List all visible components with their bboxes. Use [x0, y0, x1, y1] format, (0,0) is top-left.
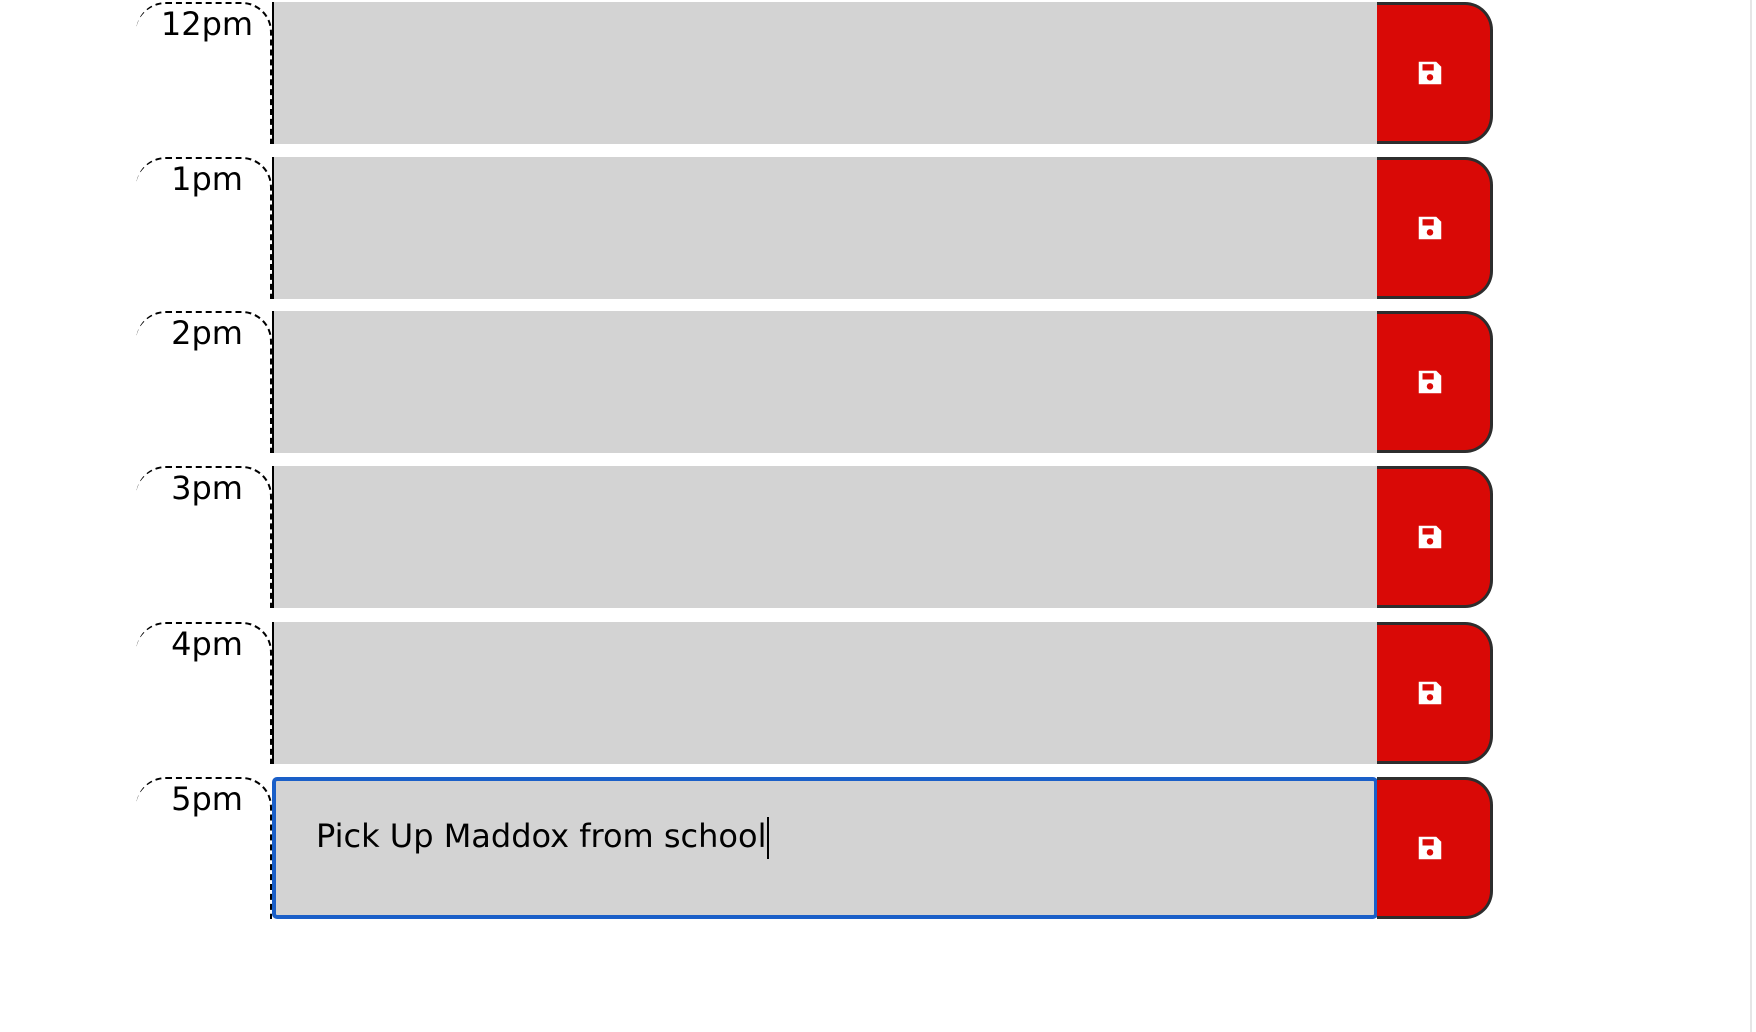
time-block-4pm: 4pm [0, 622, 1500, 770]
day-planner: 12pm 1pm 2pm 3pm 4pm 5pm Pick Up Maddox … [0, 0, 1756, 1032]
text-caret [767, 817, 770, 859]
hour-label: 4pm [171, 625, 243, 663]
hour-label: 3pm [171, 469, 243, 507]
save-button[interactable] [1377, 157, 1493, 299]
floppy-disk-icon [1418, 836, 1441, 860]
time-block-12pm: 12pm [0, 2, 1500, 150]
floppy-disk-icon [1418, 61, 1441, 85]
floppy-disk-icon [1418, 370, 1441, 394]
hour-label-box: 5pm [134, 777, 272, 925]
save-button[interactable] [1377, 622, 1493, 764]
event-textarea[interactable] [272, 2, 1378, 144]
save-button[interactable] [1377, 466, 1493, 608]
floppy-disk-icon [1418, 681, 1441, 705]
hour-label: 1pm [171, 160, 243, 198]
hour-label-box: 2pm [134, 311, 272, 459]
save-button[interactable] [1377, 2, 1493, 144]
event-text: Pick Up Maddox from school [316, 817, 767, 855]
event-textarea[interactable] [272, 311, 1378, 453]
save-button[interactable] [1377, 311, 1493, 453]
time-block-1pm: 1pm [0, 157, 1500, 305]
hour-label-box: 12pm [134, 2, 272, 150]
time-block-2pm: 2pm [0, 311, 1500, 459]
scrollbar-edge [1750, 0, 1752, 1032]
save-button[interactable] [1377, 777, 1493, 919]
time-block-5pm: 5pm Pick Up Maddox from school [0, 777, 1500, 925]
hour-label-box: 3pm [134, 466, 272, 614]
event-textarea[interactable] [272, 622, 1378, 764]
event-textarea[interactable] [272, 157, 1378, 299]
hour-label: 5pm [171, 780, 243, 818]
hour-label: 2pm [171, 314, 243, 352]
floppy-disk-icon [1418, 216, 1441, 240]
floppy-disk-icon [1418, 525, 1441, 549]
time-block-3pm: 3pm [0, 466, 1500, 614]
event-textarea[interactable]: Pick Up Maddox from school [272, 777, 1378, 919]
hour-label-box: 1pm [134, 157, 272, 305]
hour-label-box: 4pm [134, 622, 272, 770]
hour-label: 12pm [160, 5, 254, 43]
event-textarea[interactable] [272, 466, 1378, 608]
